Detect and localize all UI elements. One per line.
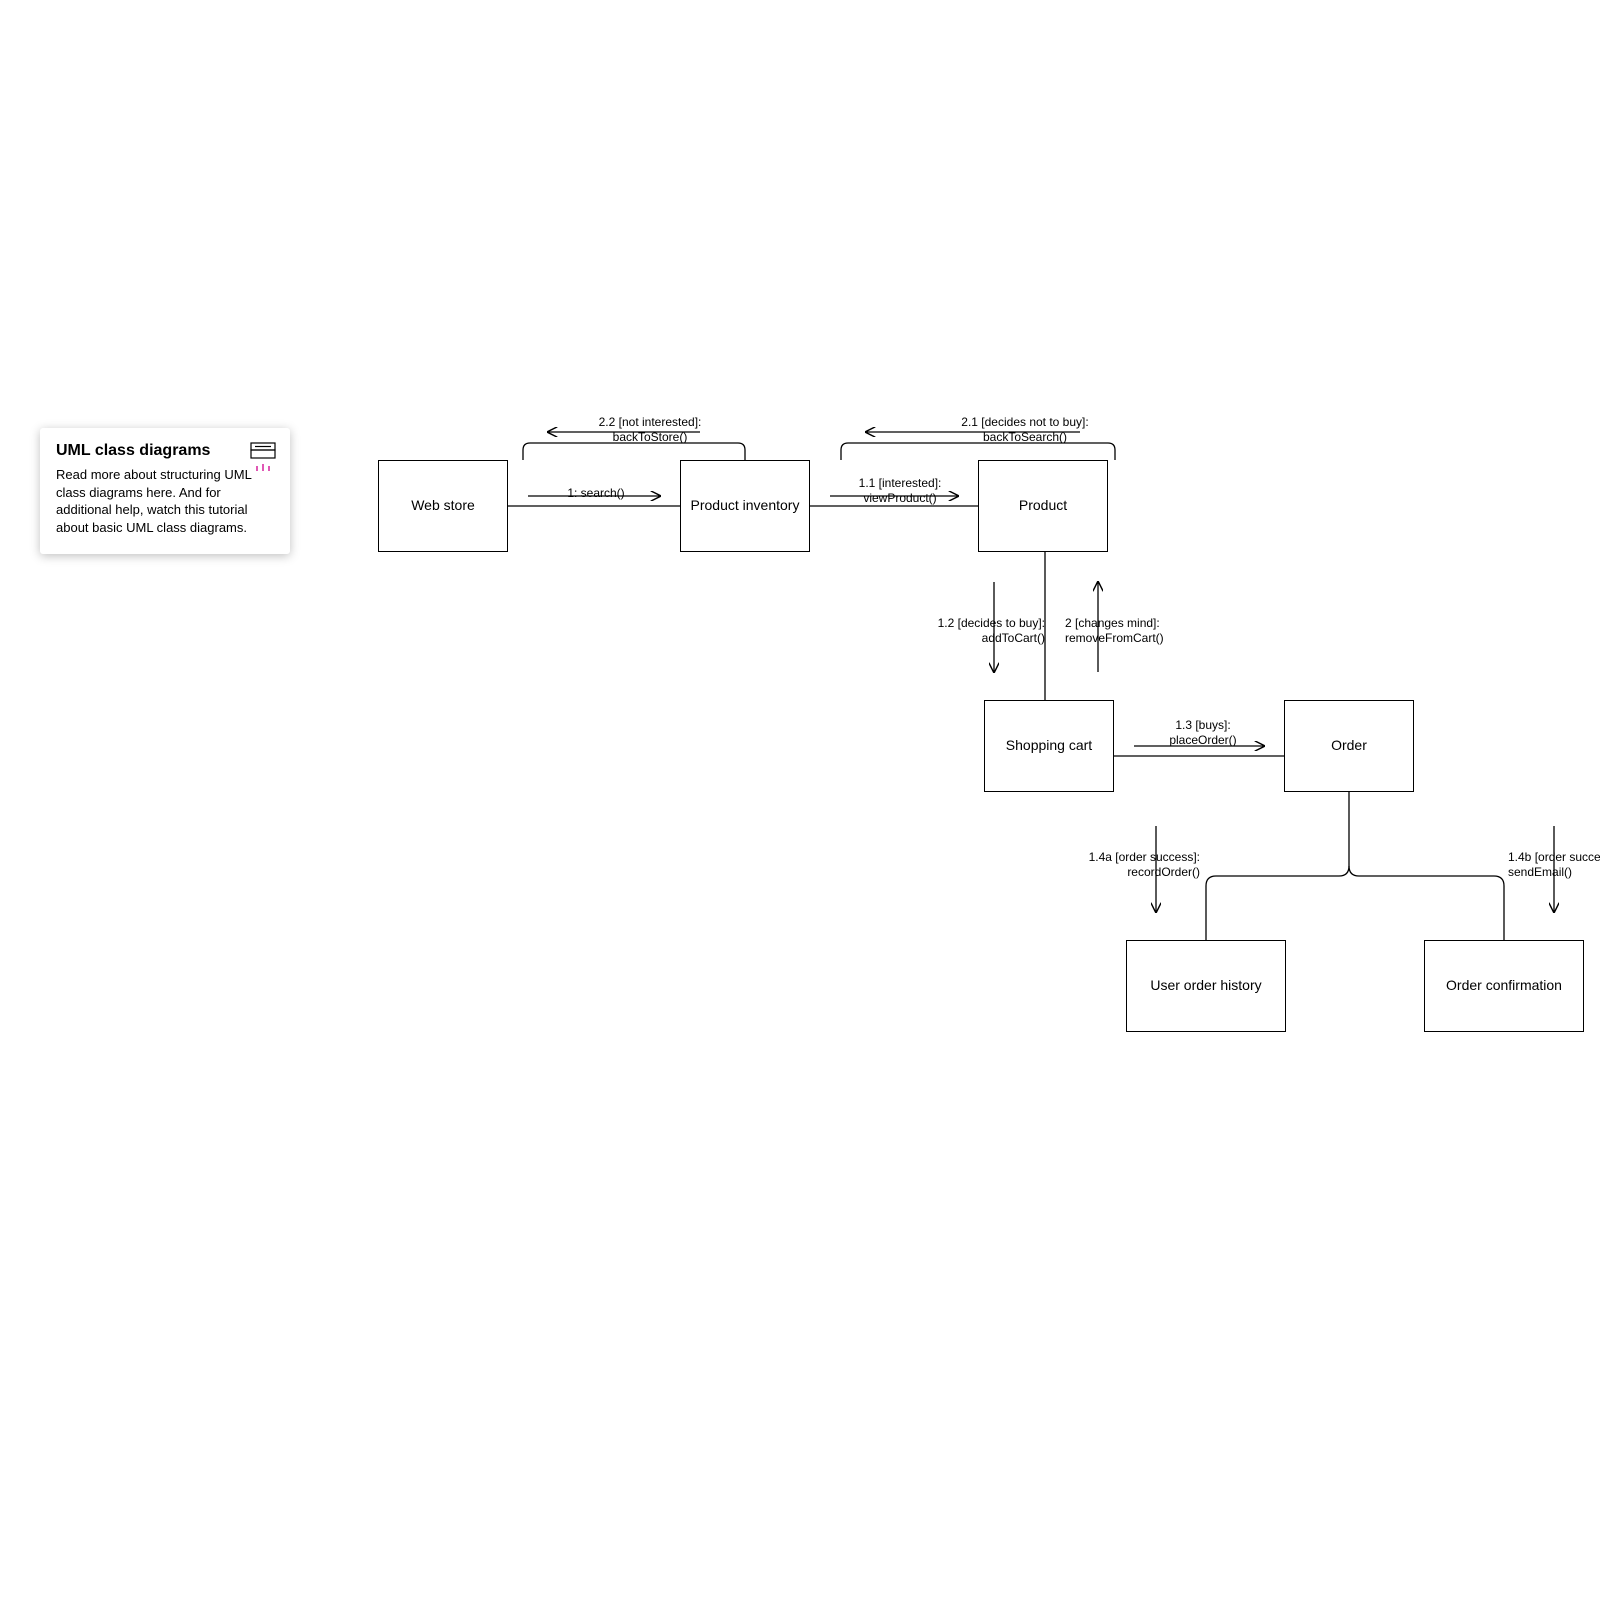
diagram-svg: [0, 0, 1600, 1600]
